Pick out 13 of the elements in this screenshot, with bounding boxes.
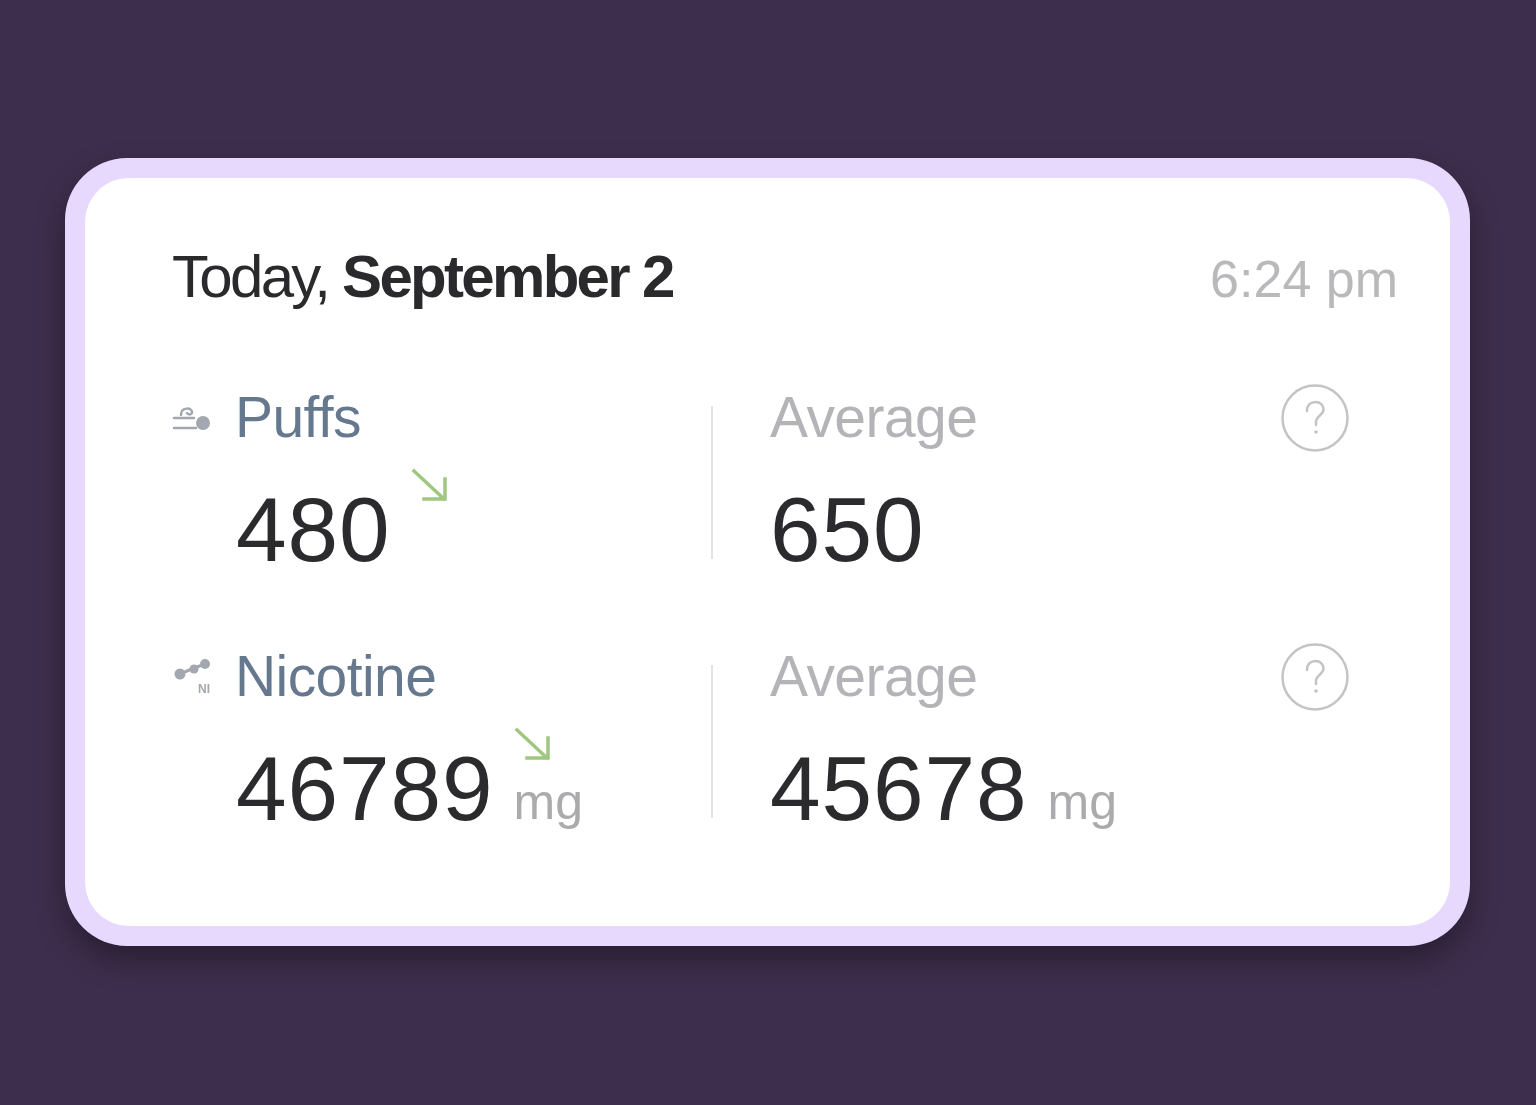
help-icon[interactable] [1281,383,1349,452]
average-value: 650 [770,484,925,575]
average-value: 45678 [770,743,1028,834]
element-symbol: NI [198,683,210,695]
unit-label: mg [1047,777,1118,827]
date-heading: Today, September 2 [172,247,673,307]
metric-label: Puffs [235,389,361,446]
help-icon[interactable] [1281,642,1349,711]
metric-value: 46789 [236,743,494,834]
molecule-icon [174,658,212,682]
metric-value: 480 [236,484,391,575]
metric-label: Nicotine [235,648,437,705]
unit-label: mg [513,777,584,827]
